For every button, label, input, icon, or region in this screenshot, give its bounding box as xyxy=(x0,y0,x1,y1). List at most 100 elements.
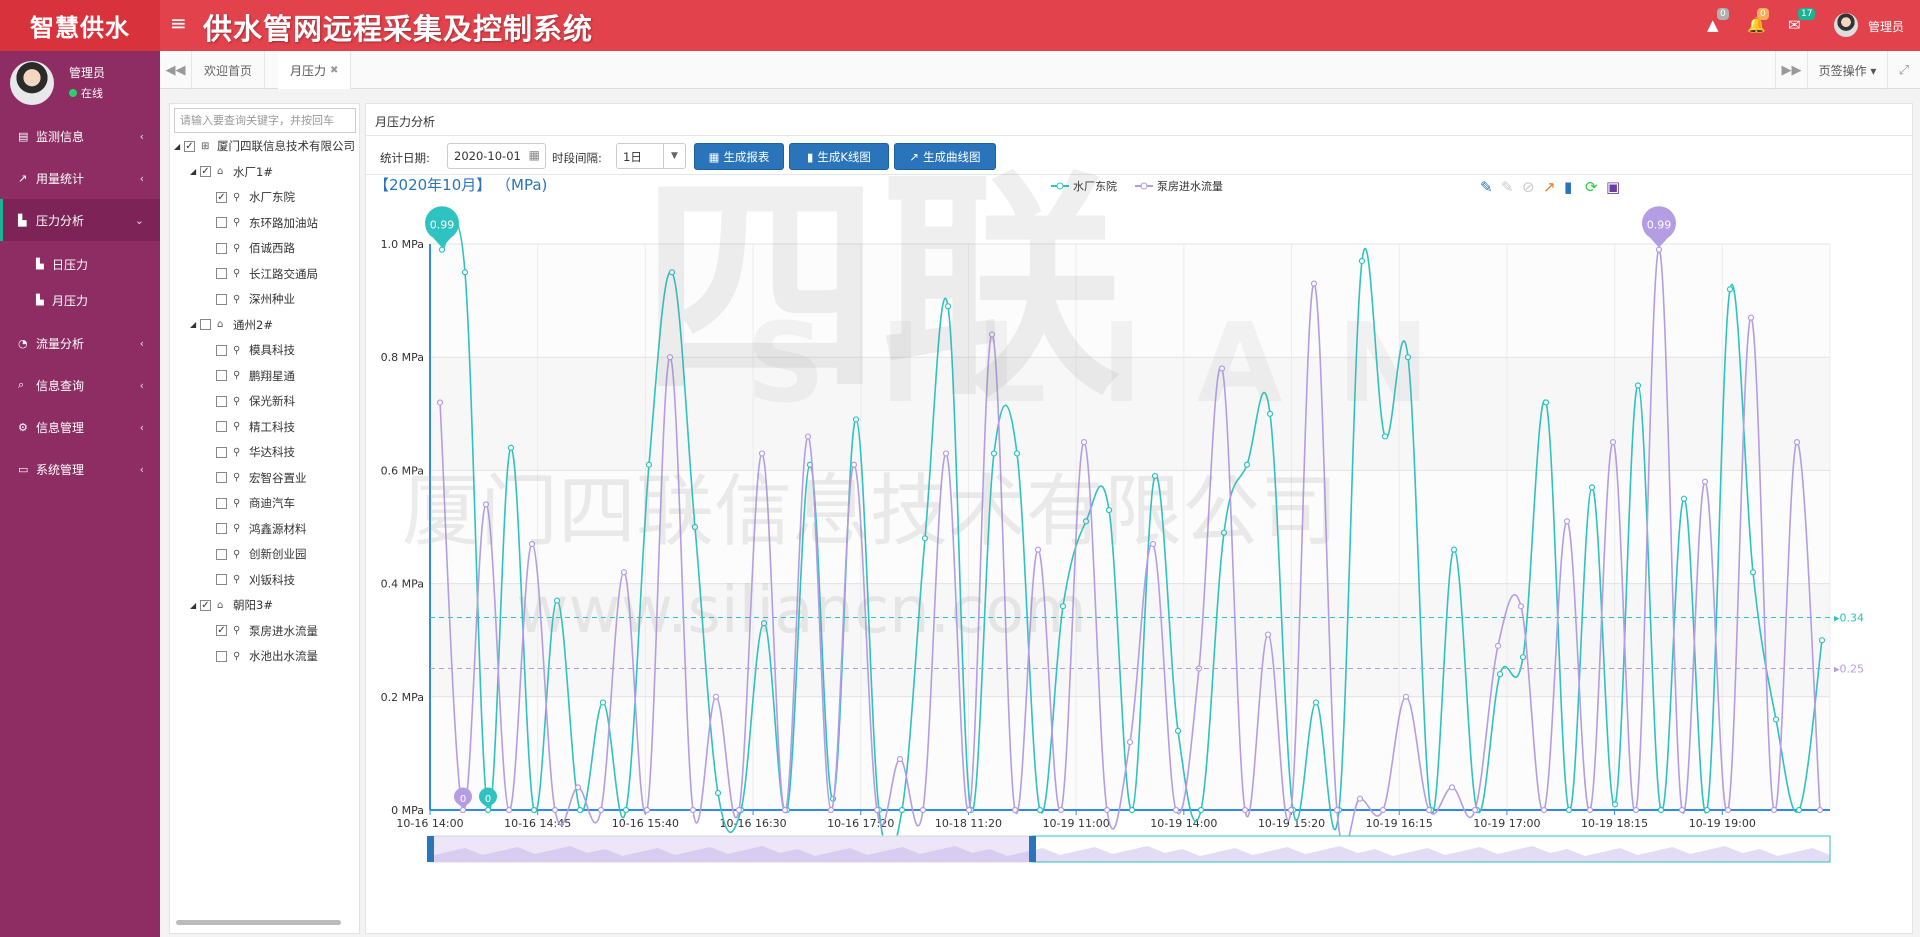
data-point[interactable] xyxy=(1634,382,1642,389)
tree-leaf[interactable]: ⚲ 创新创业园 xyxy=(206,544,307,564)
data-point[interactable] xyxy=(1105,506,1113,514)
data-point[interactable] xyxy=(1266,410,1274,417)
data-point[interactable] xyxy=(1749,569,1757,576)
data-point[interactable] xyxy=(1657,806,1665,814)
data-point[interactable] xyxy=(1496,671,1504,678)
data-point[interactable] xyxy=(1036,806,1044,814)
tree-leaf[interactable]: ⚲ 刈钣科技 xyxy=(206,570,295,590)
data-point[interactable] xyxy=(1703,806,1711,814)
data-point[interactable] xyxy=(1724,806,1732,814)
data-point[interactable] xyxy=(1013,450,1021,457)
data-point[interactable] xyxy=(597,806,605,814)
tree-expand-icon[interactable]: ◢ xyxy=(190,167,200,176)
data-point[interactable] xyxy=(666,354,674,361)
tree-checkbox[interactable] xyxy=(216,548,227,560)
data-point[interactable] xyxy=(714,789,722,797)
data-point[interactable] xyxy=(758,450,766,457)
tree-checkbox[interactable] xyxy=(216,574,227,585)
tree-checkbox[interactable] xyxy=(216,268,227,279)
data-point[interactable] xyxy=(1312,699,1320,706)
bar-chart-icon[interactable]: ▮ xyxy=(1564,178,1572,196)
refresh-icon[interactable]: ⟳ xyxy=(1585,178,1598,196)
data-point[interactable] xyxy=(599,699,607,706)
tree-checkbox[interactable] xyxy=(216,446,227,458)
data-point[interactable] xyxy=(1057,806,1065,814)
data-point[interactable] xyxy=(1059,603,1067,610)
data-point[interactable] xyxy=(1678,806,1686,814)
data-point[interactable] xyxy=(1241,806,1249,814)
data-point[interactable] xyxy=(898,806,906,814)
data-point[interactable] xyxy=(1082,518,1090,525)
tree-leaf[interactable]: ⚲ 保光新科 xyxy=(206,391,295,411)
tree-leaf[interactable]: ⚲ 长江路交通局 xyxy=(206,264,318,284)
brush-icon[interactable]: ✎ xyxy=(1480,178,1493,196)
data-point[interactable] xyxy=(896,755,904,763)
sidebar-item-2[interactable]: ↗ 用量统计 ‹ xyxy=(0,157,160,199)
tree-checkbox[interactable] xyxy=(216,217,227,228)
tree-expand-icon[interactable]: ◢ xyxy=(190,320,200,329)
data-zoom-slider[interactable] xyxy=(427,835,1831,863)
data-point[interactable] xyxy=(1726,286,1734,293)
data-point[interactable] xyxy=(436,399,444,406)
zoom-handle-left[interactable] xyxy=(427,836,434,862)
sidebar-subitem-1[interactable]: ▙ 日压力 xyxy=(0,246,160,282)
data-point[interactable] xyxy=(1450,546,1458,553)
tab-welcome[interactable]: 欢迎首页 xyxy=(192,51,266,89)
data-point[interactable] xyxy=(852,416,860,423)
data-point[interactable] xyxy=(1264,631,1272,638)
tab-close-icon[interactable]: ✖ xyxy=(330,65,338,76)
data-point[interactable] xyxy=(850,461,858,468)
tree-checkbox[interactable]: ✓ xyxy=(216,191,227,203)
tree-group[interactable]: ◢ ⌂ 通州2# xyxy=(190,315,273,335)
data-point[interactable] xyxy=(1172,806,1180,814)
tree-search-input[interactable]: 请输入要查询关键字，并按回车 xyxy=(174,108,356,133)
tree-checkbox[interactable] xyxy=(216,293,227,305)
tree-leaf[interactable]: ✓ ⚲ 水厂东院 xyxy=(206,187,295,207)
data-point[interactable] xyxy=(1818,637,1826,644)
data-point[interactable] xyxy=(1701,478,1709,485)
tree-leaf[interactable]: ⚲ 东环路加油站 xyxy=(206,213,318,233)
sidebar-item-5[interactable]: ⌕ 信息查询 ‹ xyxy=(0,364,160,406)
data-point[interactable] xyxy=(735,806,743,814)
tree-leaf[interactable]: ⚲ 佰诚西路 xyxy=(206,238,295,258)
data-point[interactable] xyxy=(576,806,584,814)
data-point[interactable] xyxy=(1174,727,1182,734)
tree-checkbox[interactable] xyxy=(216,523,227,534)
data-point[interactable] xyxy=(643,806,651,814)
tree-leaf[interactable]: ⚲ 鹏翔星通 xyxy=(206,366,295,386)
generate-kline-button[interactable]: ▮ 生成K线图 xyxy=(789,143,889,170)
data-point[interactable] xyxy=(1519,654,1527,661)
tree-leaf[interactable]: ⚲ 模具科技 xyxy=(206,340,295,360)
tab-scroll-right-icon[interactable]: ▶▶ xyxy=(1775,51,1807,89)
legend-item-1[interactable]: 水厂东院 xyxy=(1051,179,1117,193)
data-point[interactable] xyxy=(1034,546,1042,553)
data-point[interactable] xyxy=(1287,806,1295,814)
data-point[interactable] xyxy=(1149,540,1157,548)
data-point[interactable] xyxy=(1611,801,1619,808)
data-point[interactable] xyxy=(919,806,927,814)
data-point[interactable] xyxy=(461,269,469,276)
tree-checkbox[interactable] xyxy=(216,395,227,407)
data-point[interactable] xyxy=(528,540,536,548)
clear-icon[interactable]: ⊘ xyxy=(1522,178,1535,196)
top-user-name[interactable]: 管理员 xyxy=(1868,18,1904,35)
data-point[interactable] xyxy=(1517,603,1525,610)
tree-checkbox[interactable]: ✓ xyxy=(200,599,211,611)
tree-leaf[interactable]: ⚲ 宏智谷置业 xyxy=(206,468,307,488)
data-point[interactable] xyxy=(1333,806,1341,814)
data-point[interactable] xyxy=(1358,257,1366,265)
sidebar-item-1[interactable]: ▤ 监测信息 ‹ xyxy=(0,115,160,157)
data-point[interactable] xyxy=(1680,495,1688,502)
envelope-icon[interactable]: ✉ 17 xyxy=(1788,8,1816,34)
data-point[interactable] xyxy=(1080,439,1088,446)
tree-checkbox[interactable]: ✓ xyxy=(184,140,195,152)
data-point[interactable] xyxy=(1404,354,1412,361)
data-point[interactable] xyxy=(505,806,513,814)
data-point[interactable] xyxy=(1770,806,1778,814)
avatar[interactable] xyxy=(1834,13,1858,37)
tree-leaf[interactable]: ✓ ⚲ 泵房进水流量 xyxy=(206,621,318,641)
tree-checkbox[interactable] xyxy=(216,242,227,254)
generate-report-button[interactable]: ▦ 生成报表 xyxy=(694,143,784,170)
page-operations-dropdown[interactable]: 页签操作 ▾ xyxy=(1807,51,1887,89)
date-input[interactable]: 2020-10-01 ▦ xyxy=(447,143,546,169)
